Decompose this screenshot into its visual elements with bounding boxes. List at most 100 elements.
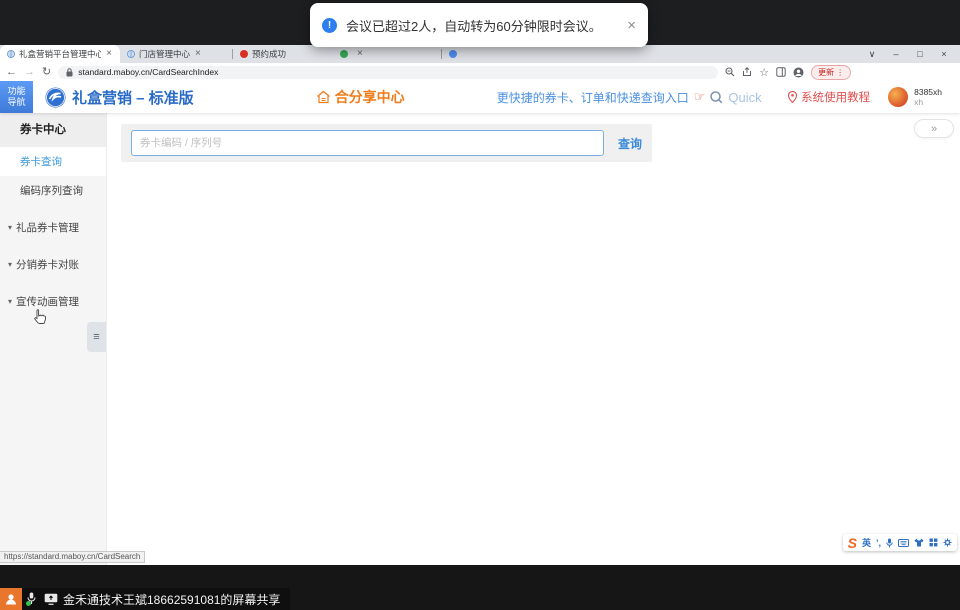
- pin-icon: [788, 91, 797, 103]
- meeting-notification: ! 会议已超过2人，自动转为60分钟限时会议。 ×: [310, 3, 648, 47]
- hamburger-icon: ≡: [93, 331, 99, 343]
- tab-close-icon[interactable]: ×: [105, 49, 113, 59]
- menu-dots-icon[interactable]: ⋮: [836, 68, 844, 77]
- status-url-tooltip: https://standard.maboy.cn/CardSearch: [0, 551, 145, 563]
- profile-icon[interactable]: [793, 67, 804, 78]
- screen-share-bar[interactable]: 金禾通技术王斌18662591081的屏幕共享: [0, 588, 290, 610]
- quick-entry[interactable]: 更快捷的券卡、订单和快递查询入口 ☞ Quick: [497, 89, 762, 106]
- sidebar: 券卡中心 券卡查询 编码序列查询 ▾ 礼品券卡管理 ▾ 分销券卡对账: [0, 113, 107, 565]
- tab-title: 预约成功: [252, 48, 286, 60]
- update-chip[interactable]: 更新 ⋮: [811, 65, 851, 80]
- tab-strip: 礼盒营销平台管理中心 × 门店管理中心 × 预约成功 ×: [0, 45, 960, 63]
- sidebar-item-label: 礼品券卡管理: [16, 220, 79, 235]
- quick-search-icon: [710, 91, 723, 104]
- expand-panel-button[interactable]: »: [914, 119, 954, 138]
- language-mode-icon[interactable]: 英: [862, 536, 871, 549]
- sidebar-section-title: 券卡中心: [0, 113, 106, 147]
- tab-hidden-1[interactable]: ×: [333, 45, 441, 63]
- window-controls: ∨ – □ ×: [860, 45, 956, 63]
- page-viewport: 功能 导航 礼盒营销 – 标准版: [0, 81, 960, 565]
- tab-booking-success[interactable]: 预约成功: [233, 45, 333, 63]
- user-name: 8385xh: [914, 87, 942, 97]
- share-icon[interactable]: [742, 67, 752, 77]
- tab-close-icon[interactable]: ×: [194, 49, 202, 59]
- browser-window: 礼盒营销平台管理中心 × 门店管理中心 × 预约成功 ×: [0, 45, 960, 565]
- brand-logo-icon: [45, 87, 66, 108]
- sharer-avatar-icon: [0, 588, 22, 610]
- sogou-input-toolbar[interactable]: S 英 ’,: [843, 534, 957, 551]
- forward-button[interactable]: →: [24, 67, 35, 78]
- tab-title: 门店管理中心: [139, 48, 190, 60]
- card-search-input[interactable]: [131, 130, 604, 156]
- user-meta: 8385xh xh: [914, 87, 942, 107]
- sidebar-item-label: 券卡查询: [20, 154, 62, 169]
- search-button[interactable]: 查询: [618, 135, 642, 152]
- tab-title: 礼盒营销平台管理中心: [19, 48, 101, 60]
- apps-grid-icon[interactable]: [929, 538, 938, 547]
- sidebar-item-promo-animation-management[interactable]: ▾ 宣传动画管理: [0, 287, 106, 316]
- tab-hidden-2[interactable]: [442, 45, 538, 63]
- tab-store-center[interactable]: 门店管理中心 ×: [120, 45, 232, 63]
- blue-favicon-icon: [449, 50, 457, 58]
- mic-active-indicator: [26, 601, 31, 606]
- zoom-icon[interactable]: [725, 67, 735, 77]
- card-search-panel: 查询: [121, 124, 652, 162]
- skin-shirt-icon[interactable]: [914, 538, 924, 547]
- tab-close-icon[interactable]: ×: [356, 49, 364, 59]
- sidebar-item-distribution-reconciliation[interactable]: ▾ 分销券卡对账: [0, 250, 106, 279]
- notification-text: 会议已超过2人，自动转为60分钟限时会议。: [346, 16, 602, 35]
- user-account[interactable]: 8385xh xh: [888, 87, 942, 107]
- sidebar-item-code-sequence-search[interactable]: 编码序列查询: [0, 176, 106, 205]
- settings-gear-icon[interactable]: [943, 538, 952, 547]
- nav-toggle-line2: 导航: [7, 97, 25, 108]
- sidebar-item-label: 宣传动画管理: [16, 294, 79, 309]
- quick-entry-text: 更快捷的券卡、订单和快递查询入口: [497, 89, 689, 106]
- chevron-down-icon: ▾: [8, 260, 12, 269]
- address-bar[interactable]: standard.maboy.cn/CardSearchIndex: [58, 66, 718, 79]
- apostrophe-icon[interactable]: ’,: [876, 538, 881, 548]
- chevron-down-icon: ▾: [8, 223, 12, 232]
- browser-toolbar: ← → ↻ standard.maboy.cn/CardSearchIndex …: [0, 63, 960, 81]
- quick-label: Quick: [728, 90, 761, 105]
- sidebar-item-label: 编码序列查询: [20, 183, 83, 198]
- sidebar-item-gift-card-management[interactable]: ▾ 礼品券卡管理: [0, 213, 106, 242]
- close-button[interactable]: ×: [932, 45, 956, 63]
- app-header: 功能 导航 礼盒营销 – 标准版: [0, 81, 960, 113]
- bookmark-star-icon[interactable]: ☆: [759, 66, 769, 79]
- sogou-logo-icon[interactable]: S: [848, 536, 857, 550]
- tab-search-icon[interactable]: ∨: [860, 45, 884, 63]
- keyboard-icon[interactable]: [898, 539, 909, 547]
- notification-close-icon[interactable]: ×: [627, 18, 636, 33]
- screen-share-text: 金禾通技术王斌18662591081的屏幕共享: [63, 591, 280, 608]
- side-panel-icon[interactable]: [776, 67, 786, 77]
- chevron-down-icon: ▾: [8, 297, 12, 306]
- sidebar-item-card-search[interactable]: 券卡查询: [0, 147, 106, 176]
- user-subname: xh: [914, 97, 942, 107]
- lock-icon: [66, 68, 73, 77]
- microphone-icon[interactable]: [886, 538, 893, 548]
- tab-gift-platform[interactable]: 礼盒营销平台管理中心 ×: [0, 45, 120, 63]
- function-nav-toggle[interactable]: 功能 导航: [0, 81, 33, 113]
- minimize-button[interactable]: –: [884, 45, 908, 63]
- green-favicon-icon: [340, 50, 348, 58]
- sidebar-collapse-handle[interactable]: ≡: [87, 322, 106, 352]
- update-label: 更新: [818, 67, 834, 78]
- maximize-button[interactable]: □: [908, 45, 932, 63]
- share-center-link[interactable]: 合分享中心: [316, 87, 405, 107]
- house-icon: [316, 90, 331, 104]
- nav-toggle-line1: 功能: [7, 86, 25, 97]
- tutorial-label: 系统使用教程: [801, 89, 870, 105]
- screen: 礼盒营销平台管理中心 × 门店管理中心 × 预约成功 ×: [0, 0, 960, 610]
- user-avatar: [888, 87, 908, 107]
- address-url: standard.maboy.cn/CardSearchIndex: [78, 67, 218, 77]
- back-button[interactable]: ←: [6, 67, 17, 78]
- brand-title: 礼盒营销 – 标准版: [72, 87, 194, 108]
- brand: 礼盒营销 – 标准版: [45, 87, 194, 108]
- pointing-finger-icon: ☞: [694, 89, 706, 105]
- microphone-status-icon: [27, 592, 39, 606]
- mouse-cursor-icon: [33, 309, 46, 325]
- reload-button[interactable]: ↻: [42, 67, 51, 78]
- globe-favicon-icon: [7, 50, 15, 58]
- tutorial-link[interactable]: 系统使用教程: [788, 89, 870, 105]
- sidebar-item-label: 分销券卡对账: [16, 257, 79, 272]
